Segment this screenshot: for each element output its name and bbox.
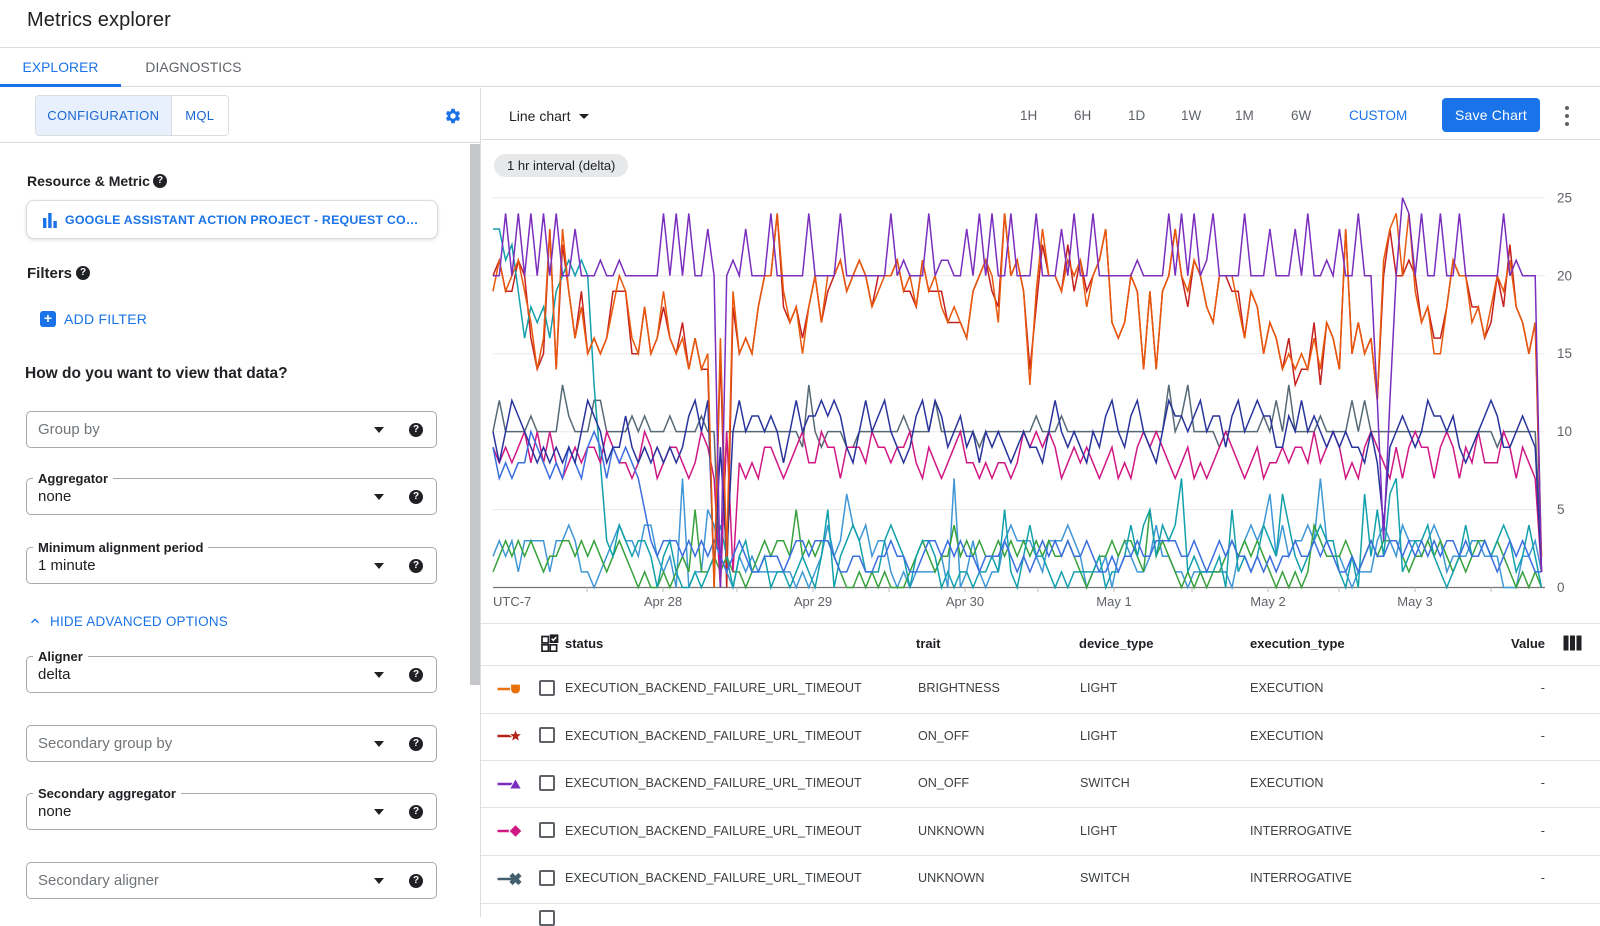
- svg-text:10: 10: [1557, 424, 1572, 439]
- svg-text:0: 0: [1557, 580, 1565, 595]
- svg-text:Apr 30: Apr 30: [946, 594, 984, 609]
- svg-text:Apr 28: Apr 28: [644, 594, 682, 609]
- svg-text:5: 5: [1557, 502, 1565, 517]
- svg-text:25: 25: [1557, 190, 1572, 205]
- svg-text:UTC-7: UTC-7: [493, 594, 531, 609]
- svg-text:20: 20: [1557, 268, 1572, 283]
- svg-text:May 2: May 2: [1250, 594, 1285, 609]
- svg-text:Apr 29: Apr 29: [794, 594, 832, 609]
- svg-text:May 3: May 3: [1397, 594, 1432, 609]
- svg-text:May 1: May 1: [1096, 594, 1131, 609]
- svg-text:15: 15: [1557, 346, 1572, 361]
